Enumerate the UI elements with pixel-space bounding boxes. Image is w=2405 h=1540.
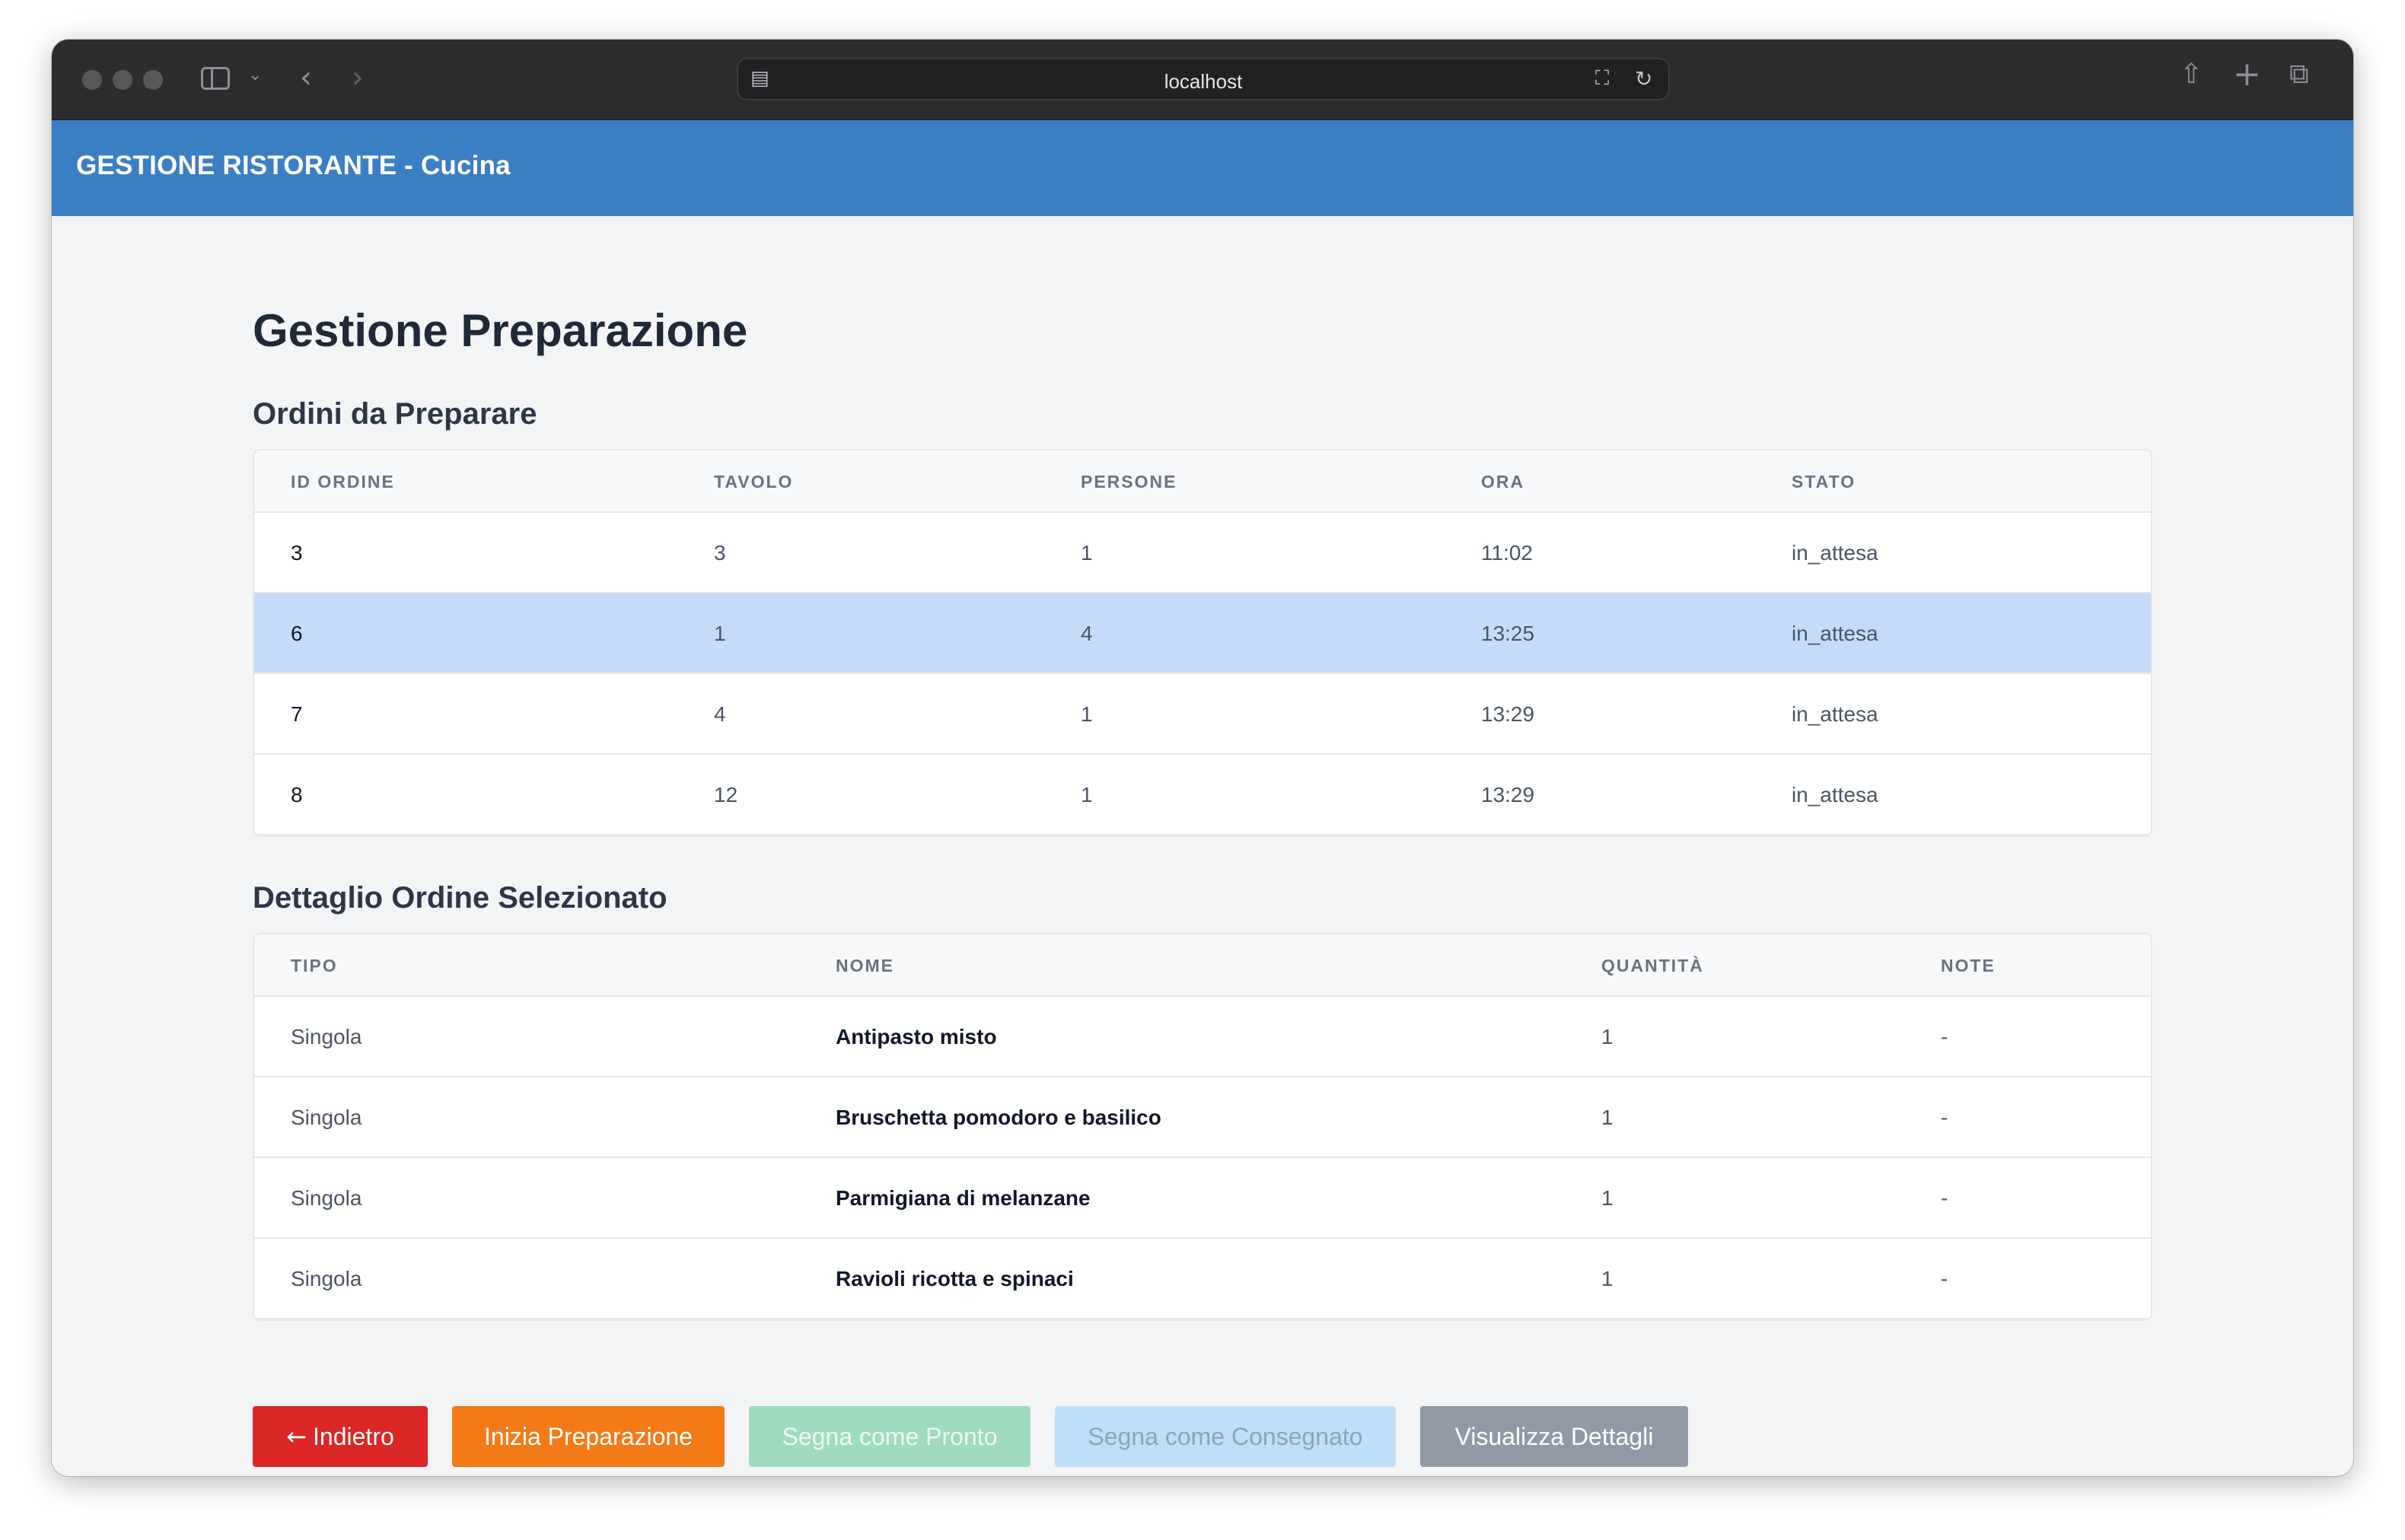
- item-type: Singola: [291, 1025, 362, 1048]
- item-name: Ravioli ricotta e spinaci: [836, 1267, 1074, 1290]
- order-row-selected[interactable]: 6 1 4 13:25 in_attesa: [254, 593, 2151, 674]
- column-header-table: TAVOLO: [714, 472, 794, 492]
- zoom-window-button[interactable]: [143, 70, 163, 90]
- order-details-table: TIPO NOME QUANTITÀ NOTE Singola Antipast…: [253, 933, 2152, 1321]
- item-name: Bruschetta pomodoro e basilico: [836, 1106, 1161, 1129]
- start-preparation-label: Inizia Preparazione: [484, 1423, 693, 1450]
- mark-delivered-button[interactable]: Segna come Consegnato: [1055, 1406, 1396, 1467]
- column-header-status: STATO: [1792, 472, 1856, 492]
- order-row[interactable]: 3 3 1 11:02 in_attesa: [254, 513, 2151, 593]
- mark-ready-button[interactable]: Segna come Pronto: [749, 1406, 1030, 1467]
- order-id: 3: [291, 541, 303, 565]
- translate-icon[interactable]: ⛶: [1595, 68, 1609, 88]
- item-quantity: 1: [1601, 1025, 1613, 1048]
- order-people: 1: [1081, 702, 1093, 726]
- order-table: 12: [714, 783, 738, 807]
- order-people: 4: [1081, 622, 1093, 645]
- column-header-id: ID ORDINE: [291, 472, 395, 492]
- order-id: 8: [291, 783, 303, 807]
- column-header-people: PERSONE: [1081, 472, 1177, 492]
- column-header-notes: NOTE: [1941, 956, 1996, 975]
- mark-delivered-label: Segna come Consegnato: [1088, 1423, 1363, 1450]
- item-name: Parmigiana di melanzane: [836, 1186, 1091, 1210]
- view-details-button[interactable]: Visualizza Dettagli: [1420, 1406, 1688, 1467]
- orders-table-header: ID ORDINE TAVOLO PERSONE ORA STATO: [254, 450, 2151, 513]
- reload-icon[interactable]: ↻: [1635, 68, 1652, 90]
- item-quantity: 1: [1601, 1186, 1613, 1210]
- minimize-window-button[interactable]: [113, 70, 132, 90]
- item-note: -: [1941, 1186, 1948, 1210]
- order-people: 1: [1081, 783, 1093, 807]
- detail-row: Singola Ravioli ricotta e spinaci 1 -: [254, 1239, 2151, 1319]
- view-details-label: Visualizza Dettagli: [1454, 1423, 1654, 1450]
- back-button[interactable]: ← Indietro: [253, 1406, 428, 1467]
- app-title: GESTIONE RISTORANTE - Cucina: [76, 151, 511, 180]
- column-header-name: NOME: [836, 956, 894, 975]
- sidebar-toggle-icon[interactable]: [201, 67, 230, 90]
- item-name: Antipasto misto: [836, 1025, 997, 1048]
- order-table: 1: [714, 622, 726, 645]
- close-window-button[interactable]: [82, 70, 102, 90]
- browser-toolbar: ⌄ ‹ › ▤ localhost ⛶ ↻ ⇧ + ⧉: [52, 40, 2353, 120]
- order-time: 13:25: [1481, 622, 1535, 645]
- order-status: in_attesa: [1792, 622, 1878, 645]
- details-section-title: Dettaglio Ordine Selezionato: [253, 881, 667, 915]
- app-header: GESTIONE RISTORANTE - Cucina: [52, 120, 2353, 216]
- tab-overview-icon[interactable]: ⧉: [2289, 61, 2309, 88]
- item-note: -: [1941, 1106, 1948, 1129]
- detail-row: Singola Bruschetta pomodoro e basilico 1…: [254, 1077, 2151, 1158]
- column-header-type: TIPO: [291, 956, 338, 975]
- column-header-time: ORA: [1481, 472, 1525, 492]
- page-title: Gestione Preparazione: [253, 305, 748, 356]
- order-row[interactable]: 8 12 1 13:29 in_attesa: [254, 755, 2151, 835]
- item-type: Singola: [291, 1186, 362, 1210]
- address-bar[interactable]: ▤ localhost ⛶ ↻: [737, 58, 1670, 100]
- order-time: 13:29: [1481, 783, 1535, 807]
- item-note: -: [1941, 1267, 1948, 1290]
- order-table: 3: [714, 541, 726, 565]
- url-text: localhost: [1164, 70, 1243, 93]
- share-icon[interactable]: ⇧: [2180, 61, 2203, 88]
- item-type: Singola: [291, 1267, 362, 1290]
- order-status: in_attesa: [1792, 541, 1878, 565]
- item-note: -: [1941, 1025, 1948, 1048]
- order-time: 11:02: [1481, 541, 1533, 565]
- item-quantity: 1: [1601, 1267, 1613, 1290]
- orders-section-title: Ordini da Preparare: [253, 397, 537, 431]
- arrow-left-icon: ←: [286, 1422, 307, 1451]
- order-row[interactable]: 7 4 1 13:29 in_attesa: [254, 674, 2151, 755]
- back-navigation-icon[interactable]: ‹: [300, 62, 312, 93]
- order-table: 4: [714, 702, 726, 726]
- details-table-header: TIPO NOME QUANTITÀ NOTE: [254, 934, 2151, 997]
- order-id: 7: [291, 702, 303, 726]
- back-button-label: Indietro: [313, 1423, 394, 1450]
- mark-ready-label: Segna come Pronto: [782, 1423, 998, 1450]
- start-preparation-button[interactable]: Inizia Preparazione: [452, 1406, 725, 1467]
- forward-navigation-icon[interactable]: ›: [352, 62, 364, 93]
- item-type: Singola: [291, 1106, 362, 1129]
- detail-row: Singola Antipasto misto 1 -: [254, 997, 2151, 1077]
- new-tab-icon[interactable]: +: [2233, 58, 2261, 91]
- order-time: 13:29: [1481, 702, 1535, 726]
- browser-window: ⌄ ‹ › ▤ localhost ⛶ ↻ ⇧ + ⧉ GESTIONE RIS…: [52, 40, 2353, 1476]
- detail-row: Singola Parmigiana di melanzane 1 -: [254, 1158, 2151, 1239]
- orders-table: ID ORDINE TAVOLO PERSONE ORA STATO 3 3 1…: [253, 449, 2152, 837]
- column-header-quantity: QUANTITÀ: [1601, 956, 1704, 975]
- order-id: 6: [291, 622, 303, 645]
- order-status: in_attesa: [1792, 702, 1878, 726]
- order-people: 1: [1081, 541, 1093, 565]
- item-quantity: 1: [1601, 1106, 1613, 1129]
- chevron-down-icon[interactable]: ⌄: [248, 67, 262, 84]
- order-status: in_attesa: [1792, 783, 1878, 807]
